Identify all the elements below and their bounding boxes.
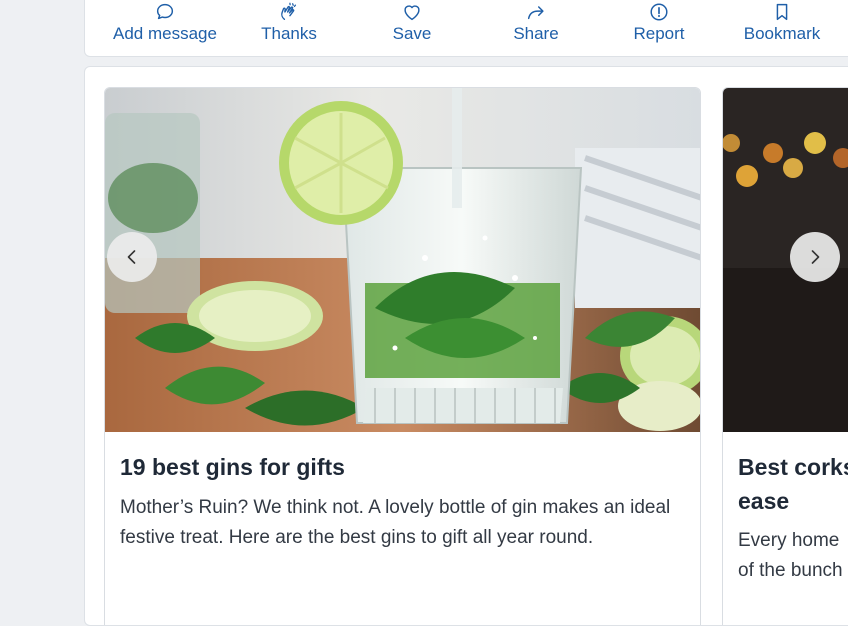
content-panel: 19 best gins for gifts Mother’s Ruin? We…	[84, 66, 848, 626]
exclamation-circle-icon	[650, 3, 668, 21]
article-title[interactable]: 19 best gins for gifts	[120, 450, 680, 484]
thanks-button[interactable]: Thanks	[229, 1, 349, 47]
gin-and-tonic-image	[105, 88, 700, 432]
article-title[interactable]: Best corks ease	[738, 450, 848, 518]
share-label: Share	[513, 24, 559, 43]
article-image	[105, 88, 700, 432]
heart-icon	[404, 5, 420, 21]
bookmark-label: Bookmark	[743, 24, 821, 43]
article-title-line2: ease	[738, 488, 790, 514]
chevron-left-icon	[127, 250, 136, 264]
article-description: Mother’s Ruin? We think not. A lovely bo…	[120, 497, 671, 548]
share-arrow-icon	[527, 6, 544, 20]
speech-bubble-icon	[156, 3, 174, 20]
article-description-line1: Every home	[738, 530, 840, 551]
article-description-line2: of the bunch	[738, 560, 843, 581]
carousel-next-button[interactable]	[790, 232, 840, 282]
add-message-label: Add message	[113, 24, 217, 43]
report-label: Report	[633, 24, 685, 43]
article-title-line1: Best corks	[738, 454, 848, 480]
article-card[interactable]: 19 best gins for gifts Mother’s Ruin? We…	[104, 87, 701, 625]
article-card[interactable]: Best corks ease Every home of the bunch	[722, 87, 848, 625]
clapping-hands-icon	[281, 2, 297, 21]
bookmark-icon	[776, 3, 788, 21]
chevron-right-icon	[811, 250, 820, 264]
share-button[interactable]: Share	[476, 1, 596, 47]
save-label: Save	[392, 24, 432, 43]
add-message-button[interactable]: Add message	[105, 1, 225, 47]
article-description: Every home of the bunch	[738, 526, 848, 586]
bookmark-button[interactable]: Bookmark	[722, 1, 842, 47]
carousel-prev-button[interactable]	[107, 232, 157, 282]
save-button[interactable]: Save	[352, 1, 472, 47]
action-bar: Add message Thanks Save Share Report Boo…	[84, 0, 848, 57]
report-button[interactable]: Report	[599, 1, 719, 47]
thanks-label: Thanks	[261, 24, 317, 43]
